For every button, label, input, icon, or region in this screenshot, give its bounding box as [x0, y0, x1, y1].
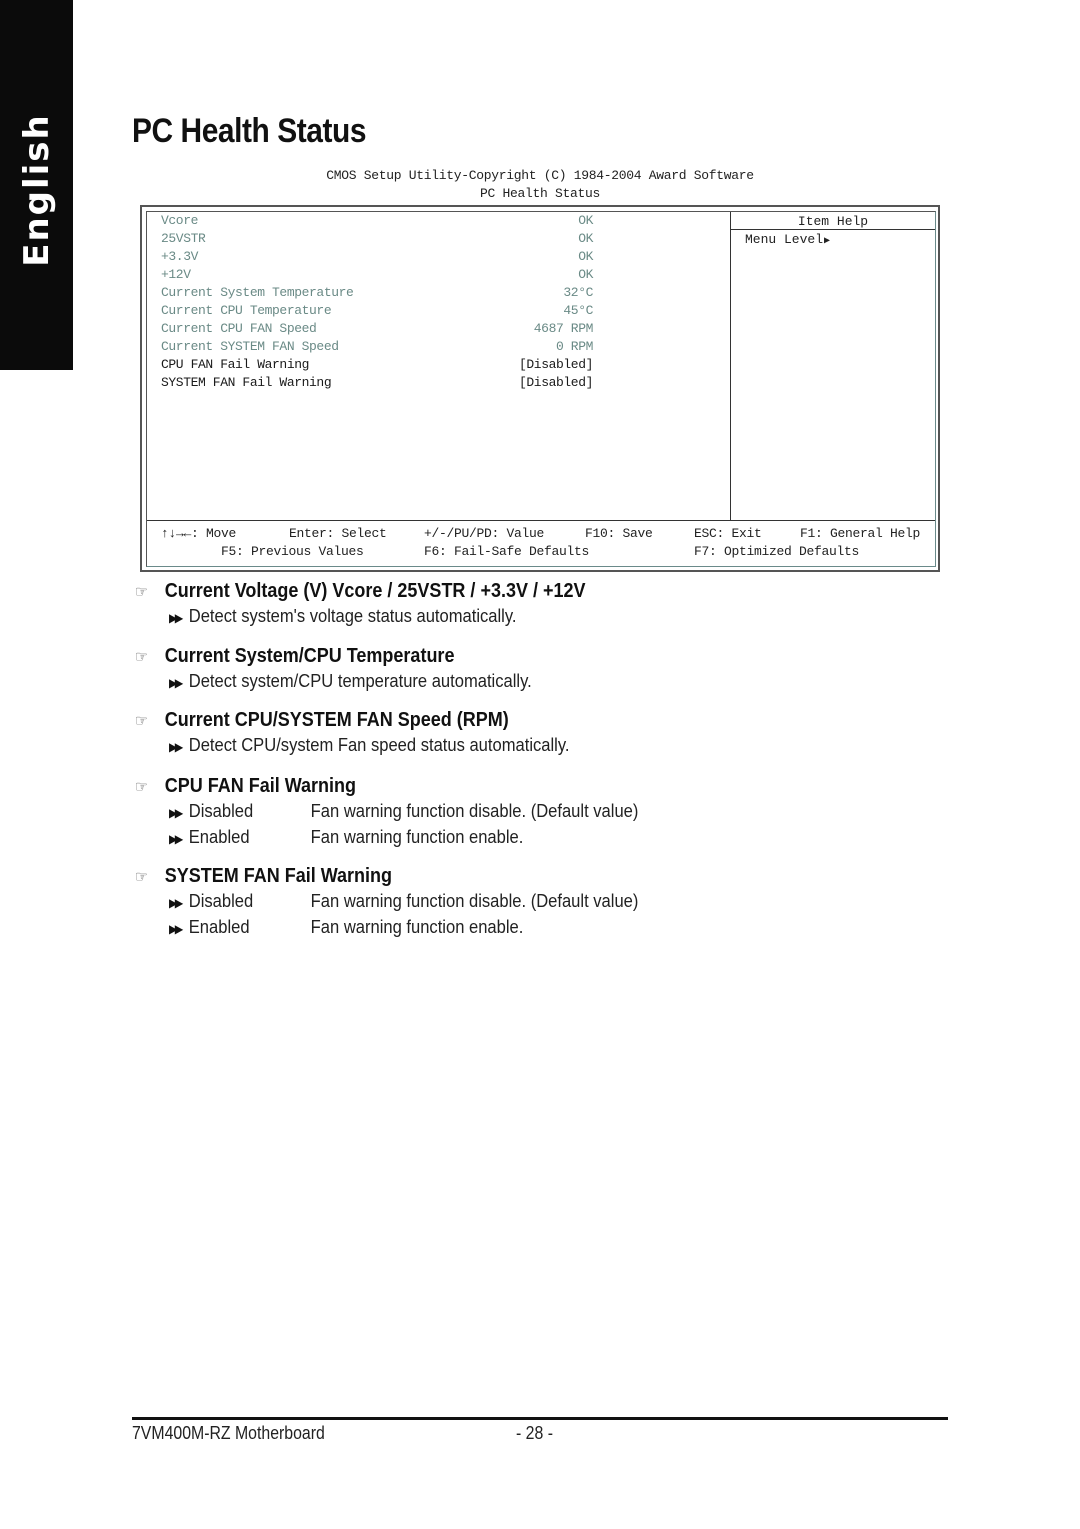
- section-current-voltage: ☞ Current Voltage (V) Vcore / 25VSTR / +…: [135, 580, 636, 629]
- bios-row-label: +12V: [161, 267, 191, 282]
- language-label: English: [16, 113, 57, 267]
- section-heading: ☞ Current System/CPU Temperature: [135, 645, 520, 668]
- bios-row-cpu-fan-speed: Current CPU FAN Speed 4687 RPM: [161, 321, 593, 339]
- bios-key-legend: ↑↓→←: Move Enter: Select +/-/PU/PD: Valu…: [147, 520, 935, 566]
- section-system-fan-fail-warning: ☞ SYSTEM FAN Fail Warning ▶▶ Disabled Fa…: [135, 865, 638, 940]
- pointing-hand-icon: ☞: [135, 583, 148, 601]
- double-arrow-icon: ▶▶: [169, 922, 183, 936]
- page-title: PC Health Status: [132, 112, 367, 150]
- section-fan-speed: ☞ Current CPU/SYSTEM FAN Speed (RPM) ▶▶ …: [135, 709, 604, 758]
- key-save: F10: Save: [585, 526, 653, 541]
- triangle-right-icon: ▶: [824, 236, 831, 247]
- bios-row-label: Current SYSTEM FAN Speed: [161, 339, 339, 354]
- menu-level-label: Menu Level: [745, 232, 824, 247]
- bios-row-system-temp: Current System Temperature 32°C: [161, 285, 593, 303]
- key-enter: Enter: Select: [289, 526, 387, 541]
- option-line: ▶▶ Disabled Fan warning function disable…: [169, 888, 638, 914]
- key-exit: ESC: Exit: [694, 526, 762, 541]
- option-line: ▶▶ Disabled Fan warning function disable…: [169, 798, 638, 824]
- option-line: ▶▶ Enabled Fan warning function enable.: [169, 824, 523, 850]
- option-name: Enabled: [188, 827, 250, 847]
- page-number: - 28 -: [516, 1423, 553, 1443]
- bios-row-value: 0 RPM: [555, 339, 593, 354]
- bios-row-value: OK: [578, 249, 593, 264]
- double-arrow-icon: ▶▶: [169, 676, 183, 690]
- option-description: Fan warning function enable.: [310, 917, 524, 937]
- section-heading-text: Current System/CPU Temperature: [164, 645, 455, 667]
- key-optimized-defaults: F7: Optimized Defaults: [694, 544, 860, 559]
- footer-divider: [132, 1417, 948, 1420]
- double-arrow-icon: ▶▶: [169, 832, 183, 846]
- section-description: ▶▶ Detect system/CPU temperature automat…: [169, 671, 532, 691]
- option-description: Fan warning function disable. (Default v…: [310, 801, 639, 821]
- bios-screen: Vcore OK 25VSTR OK +3.3V OK +12V OK Curr…: [140, 205, 940, 572]
- bios-row-label: +3.3V: [161, 249, 199, 264]
- bios-row-label: SYSTEM FAN Fail Warning: [161, 375, 332, 390]
- bios-row-label: Current CPU Temperature: [161, 303, 332, 318]
- section-heading: ☞ SYSTEM FAN Fail Warning: [135, 865, 392, 888]
- bios-row-label: Current System Temperature: [161, 285, 354, 300]
- item-help-title: Item Help: [731, 212, 935, 230]
- bios-row-value: OK: [578, 231, 593, 246]
- bios-row-value: OK: [578, 213, 593, 228]
- bios-row-3v3: +3.3V OK: [161, 249, 593, 267]
- section-temperature: ☞ Current System/CPU Temperature ▶▶ Dete…: [135, 645, 563, 694]
- section-heading-text: Current CPU/SYSTEM FAN Speed (RPM): [164, 709, 509, 731]
- double-arrow-icon: ▶▶: [169, 896, 183, 910]
- section-heading-text: CPU FAN Fail Warning: [164, 775, 357, 797]
- section-heading-text: Current Voltage (V) Vcore / 25VSTR / +3.…: [164, 580, 586, 602]
- section-heading: ☞ Current CPU/SYSTEM FAN Speed (RPM): [135, 709, 557, 732]
- double-arrow-icon: ▶▶: [169, 740, 183, 754]
- bios-screen-title: PC Health Status: [479, 186, 601, 201]
- option-line: ▶▶ Enabled Fan warning function enable.: [169, 914, 523, 940]
- bios-row-value: 32°C: [563, 285, 593, 300]
- double-arrow-icon: ▶▶: [169, 611, 183, 625]
- bios-settings-panel: Vcore OK 25VSTR OK +3.3V OK +12V OK Curr…: [147, 212, 730, 520]
- bios-screen-inner: Vcore OK 25VSTR OK +3.3V OK +12V OK Curr…: [146, 211, 936, 567]
- option-description: Fan warning function disable. (Default v…: [310, 891, 639, 911]
- key-value: +/-/PU/PD: Value: [424, 526, 545, 541]
- bios-row-25vstr: 25VSTR OK: [161, 231, 593, 249]
- option-name: Disabled: [188, 801, 254, 821]
- bios-row-value: 4687 RPM: [533, 321, 594, 336]
- bios-row-system-fan-fail-warning[interactable]: SYSTEM FAN Fail Warning [Disabled]: [161, 375, 593, 393]
- bios-row-label: CPU FAN Fail Warning: [161, 357, 310, 372]
- section-heading-text: SYSTEM FAN Fail Warning: [164, 865, 393, 887]
- option-name: Disabled: [188, 891, 254, 911]
- pointing-hand-icon: ☞: [135, 712, 148, 730]
- bios-row-label: Vcore: [161, 213, 199, 228]
- bios-row-label: 25VSTR: [161, 231, 206, 246]
- bios-copyright: CMOS Setup Utility-Copyright (C) 1984-20…: [326, 168, 754, 183]
- bios-row-cpu-fan-fail-warning[interactable]: CPU FAN Fail Warning [Disabled]: [161, 357, 593, 375]
- double-arrow-icon: ▶▶: [169, 806, 183, 820]
- bios-row-value-select[interactable]: [Disabled]: [519, 375, 593, 390]
- option-name: Enabled: [188, 917, 250, 937]
- section-description: ▶▶ Detect system's voltage status automa…: [169, 606, 517, 626]
- key-move: ↑↓→←: Move: [161, 526, 237, 541]
- menu-level: Menu Level▶: [731, 230, 935, 247]
- key-previous-values: F5: Previous Values: [221, 544, 364, 559]
- item-help-panel: Item Help Menu Level▶: [730, 212, 935, 520]
- key-failsafe-defaults: F6: Fail-Safe Defaults: [424, 544, 590, 559]
- section-heading: ☞ CPU FAN Fail Warning: [135, 775, 356, 798]
- bios-row-system-fan-speed: Current SYSTEM FAN Speed 0 RPM: [161, 339, 593, 357]
- bios-row-vcore: Vcore OK: [161, 213, 593, 231]
- bios-row-value: OK: [578, 267, 593, 282]
- footer-product-name: 7VM400M-RZ Motherboard: [132, 1423, 325, 1443]
- section-description: ▶▶ Detect CPU/system Fan speed status au…: [169, 735, 570, 755]
- bios-row-value: 45°C: [563, 303, 593, 318]
- bios-row-label: Current CPU FAN Speed: [161, 321, 317, 336]
- bios-row-value-select[interactable]: [Disabled]: [519, 357, 593, 372]
- language-tab: English: [0, 0, 73, 370]
- pointing-hand-icon: ☞: [135, 868, 148, 886]
- pointing-hand-icon: ☞: [135, 648, 148, 666]
- pointing-hand-icon: ☞: [135, 778, 148, 796]
- section-heading: ☞ Current Voltage (V) Vcore / 25VSTR / +…: [135, 580, 586, 603]
- section-cpu-fan-fail-warning: ☞ CPU FAN Fail Warning ▶▶ Disabled Fan w…: [135, 775, 638, 850]
- bios-row-cpu-temp: Current CPU Temperature 45°C: [161, 303, 593, 321]
- key-help: F1: General Help: [800, 526, 921, 541]
- option-description: Fan warning function enable.: [310, 827, 524, 847]
- bios-row-12v: +12V OK: [161, 267, 593, 285]
